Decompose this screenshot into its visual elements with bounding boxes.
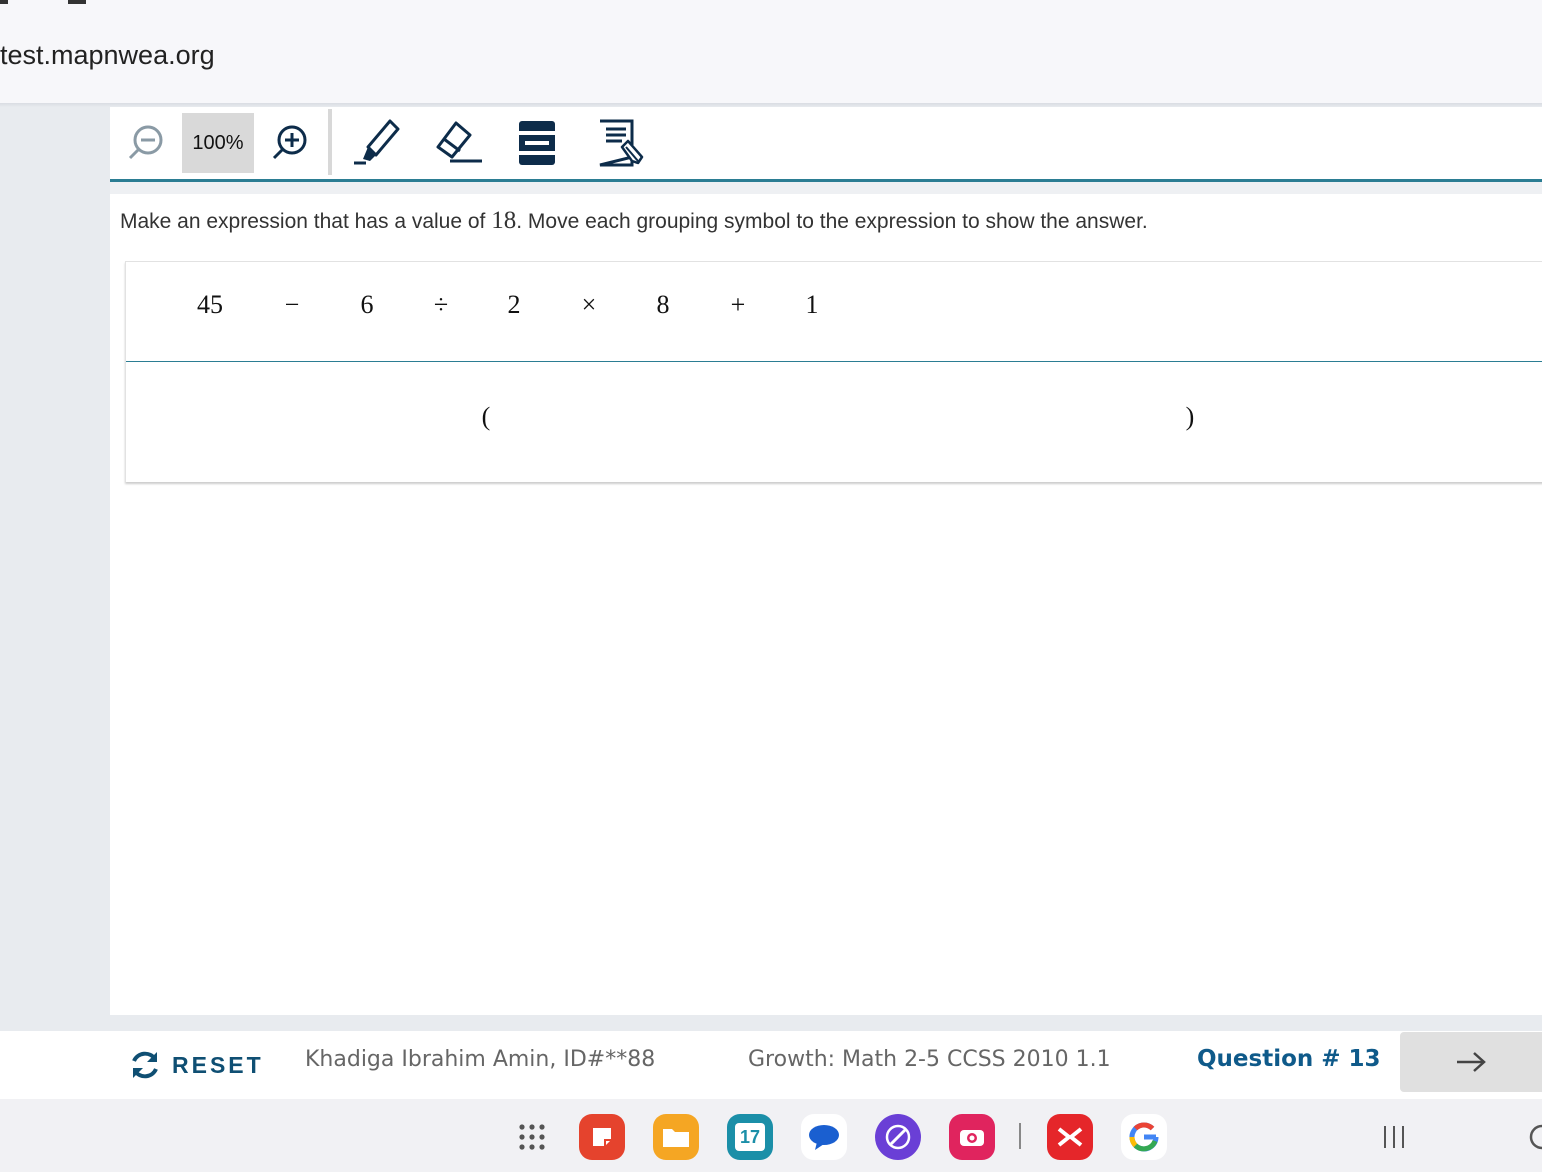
pen-icon [885, 1124, 911, 1150]
grouping-symbol-tray: ( ) [126, 362, 1542, 482]
expression-token[interactable]: 6 [361, 290, 374, 320]
camera-icon [960, 1130, 984, 1146]
clipped-tab-strip [0, 0, 100, 6]
pen-notes-app[interactable] [875, 1114, 921, 1160]
expression-row: 45 − 6 ÷ 2 × 8 + 1 [126, 262, 1542, 362]
expression-token[interactable]: − [285, 290, 300, 320]
footer-bar: RESET Khadiga Ibrahim Amin, ID#**88 Grow… [0, 1031, 1542, 1099]
eraser-button[interactable] [428, 113, 488, 173]
app-grid-icon [519, 1124, 545, 1150]
drag-drop-workarea: 45 − 6 ÷ 2 × 8 + 1 ( ) [125, 261, 1542, 482]
system-taskbar: 17 [0, 1099, 1542, 1172]
open-parenthesis-draggable[interactable]: ( [482, 402, 491, 432]
tool-bar: 100% [110, 107, 1542, 182]
zoom-level: 100% [182, 113, 254, 173]
home-button[interactable] [1520, 1114, 1542, 1160]
notepad-icon [599, 119, 644, 167]
calendar-day: 17 [739, 1126, 761, 1147]
line-reader-button[interactable] [507, 113, 567, 173]
recents-icon [1384, 1126, 1404, 1148]
notepad-button[interactable] [588, 113, 648, 173]
zoom-in-button[interactable] [260, 113, 320, 173]
test-panel: 100% Make an expression that has a value… [110, 107, 1542, 1015]
taskbar-divider [1019, 1123, 1021, 1149]
target-value: 18 [491, 207, 517, 234]
notes-app[interactable] [579, 1114, 625, 1160]
calendar-app[interactable]: 17 [727, 1114, 773, 1160]
prompt-text-before: Make an expression that has a value of [120, 210, 492, 233]
expression-token[interactable]: 45 [197, 290, 223, 320]
reset-button[interactable]: RESET [128, 1045, 264, 1085]
notes-icon [593, 1128, 611, 1146]
highlighter-button[interactable] [346, 113, 406, 173]
prompt-text-after: . Move each grouping symbol to the expre… [516, 210, 1148, 233]
recents-button[interactable] [1371, 1114, 1417, 1160]
expression-token[interactable]: 2 [508, 290, 521, 320]
close-parenthesis-draggable[interactable]: ) [1186, 402, 1195, 432]
expression-token[interactable]: 8 [657, 290, 670, 320]
browser-address-bar: test.mapnwea.org [0, 0, 1542, 103]
x-logo-icon [1057, 1127, 1083, 1147]
expression-token[interactable]: 1 [806, 290, 819, 320]
test-name: Growth: Math 2-5 CCSS 2010 1.1 [748, 1047, 1111, 1072]
student-info: Khadiga Ibrahim Amin, ID#**88 [305, 1047, 656, 1072]
expression-token[interactable]: + [731, 290, 746, 320]
calendar-icon: 17 [735, 1123, 765, 1151]
google-app[interactable] [1121, 1114, 1167, 1160]
zoom-in-icon [272, 125, 307, 160]
toolbar-divider [328, 109, 332, 175]
app-drawer-button[interactable] [509, 1114, 555, 1160]
url-text[interactable]: test.mapnwea.org [0, 40, 215, 71]
zoom-out-icon [128, 125, 163, 160]
zoom-out-button[interactable] [116, 113, 176, 173]
eraser-icon [436, 121, 482, 163]
chat-bubble-icon [809, 1125, 839, 1150]
home-icon [1529, 1124, 1542, 1150]
content-gap [110, 182, 1542, 194]
files-app[interactable] [653, 1114, 699, 1160]
highlighter-icon [354, 119, 400, 165]
next-question-button[interactable] [1400, 1032, 1542, 1092]
google-g-icon [1129, 1122, 1159, 1152]
folder-icon [663, 1129, 689, 1147]
messages-app[interactable] [801, 1114, 847, 1160]
line-reader-icon [519, 121, 555, 165]
question-number: Question # 13 [1197, 1046, 1381, 1072]
refresh-icon [132, 1051, 158, 1079]
camera-app[interactable] [949, 1114, 995, 1160]
expression-token[interactable]: ÷ [434, 290, 448, 320]
reset-label: RESET [172, 1051, 264, 1078]
footer-gap [0, 1015, 1542, 1031]
x-app[interactable] [1047, 1114, 1093, 1160]
expression-token[interactable]: × [582, 290, 597, 320]
arrow-right-icon [1457, 1052, 1486, 1072]
question-prompt: Make an expression that has a value of 1… [120, 207, 1148, 235]
